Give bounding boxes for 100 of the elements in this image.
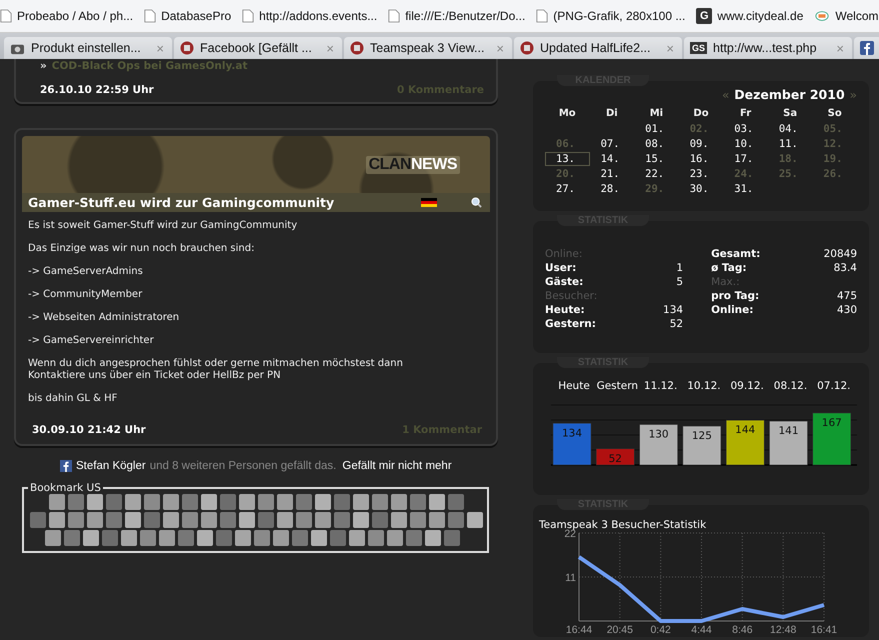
bookmark-icon[interactable] [220, 512, 236, 528]
calendar-day[interactable]: 08. [634, 137, 679, 151]
bookmark-icon[interactable] [239, 494, 255, 510]
bookmark-icon[interactable] [49, 494, 65, 510]
bookmark-icon[interactable] [273, 530, 289, 546]
browser-tab[interactable] [854, 37, 879, 59]
bookmark-icon[interactable] [391, 494, 407, 510]
bookmark-icon[interactable] [258, 494, 274, 510]
bookmark-icon[interactable] [106, 512, 122, 528]
bookmark-icon[interactable] [197, 530, 213, 546]
bookmark-icon[interactable] [448, 512, 464, 528]
bookmark-icon[interactable] [125, 512, 141, 528]
bookmark-icon[interactable] [254, 530, 270, 546]
bookmark-icon[interactable] [49, 512, 65, 528]
bookmark-icon[interactable] [87, 494, 103, 510]
bookmark-link[interactable]: (PNG-Grafik, 280x100 ... [536, 9, 686, 23]
calendar-day[interactable]: 28. [590, 182, 634, 196]
bookmark-icon[interactable] [163, 512, 179, 528]
bookmark-icon[interactable] [410, 494, 426, 510]
bookmark-icon[interactable] [368, 530, 384, 546]
calendar-day[interactable]: 01. [634, 122, 679, 136]
bookmark-icon[interactable] [448, 494, 464, 510]
bookmark-icon[interactable] [45, 530, 61, 546]
bookmark-icon[interactable] [353, 494, 369, 510]
bookmark-link[interactable]: file:///E:/Benutzer/Do... [388, 9, 526, 23]
calendar-day[interactable]: 03. [723, 122, 768, 136]
calendar-day[interactable]: 30. [678, 182, 724, 196]
bookmark-icon[interactable] [68, 494, 84, 510]
bookmark-icon[interactable] [315, 512, 331, 528]
bookmark-icon[interactable] [83, 530, 99, 546]
bookmark-icon[interactable] [30, 512, 46, 528]
bookmark-icon[interactable] [429, 494, 445, 510]
bookmark-icon[interactable] [144, 494, 160, 510]
calendar-day[interactable]: 11. [768, 137, 812, 151]
bookmark-icon[interactable] [406, 530, 422, 546]
bookmark-icon[interactable] [182, 494, 198, 510]
bookmark-icon[interactable] [102, 530, 118, 546]
browser-tab[interactable]: Produkt einstellen... × [4, 37, 172, 59]
bookmark-icon[interactable] [315, 494, 331, 510]
bookmark-icon[interactable] [163, 494, 179, 510]
bookmark-link[interactable]: Probeabo / Abo / ph... [0, 9, 134, 23]
bookmark-icon[interactable] [277, 494, 293, 510]
magnifier-icon[interactable] [471, 197, 482, 208]
bookmark-icon[interactable] [201, 494, 217, 510]
bookmark-icon[interactable] [178, 530, 194, 546]
bookmark-icon[interactable] [239, 512, 255, 528]
bookmark-icon[interactable] [372, 494, 388, 510]
bookmark-icon[interactable] [144, 512, 160, 528]
bookmark-icon[interactable] [387, 530, 403, 546]
bookmark-icon[interactable] [106, 494, 122, 510]
bookmark-icon[interactable] [372, 512, 388, 528]
calendar-day[interactable]: 31. [723, 182, 768, 196]
bookmark-icon[interactable] [235, 530, 251, 546]
user-link[interactable]: Stefan Kögler [76, 460, 146, 472]
bookmark-link[interactable]: Welcom [814, 9, 878, 23]
bookmark-icon[interactable] [277, 512, 293, 528]
bookmark-icon[interactable] [87, 512, 103, 528]
bookmark-icon[interactable] [258, 512, 274, 528]
bookmark-icon[interactable] [182, 512, 198, 528]
calendar-day[interactable]: 04. [768, 122, 812, 136]
bookmark-icon[interactable] [296, 512, 312, 528]
browser-tab[interactable]: GS http://ww...test.php × [684, 37, 852, 59]
bookmark-icon[interactable] [140, 530, 156, 546]
bookmark-icon[interactable] [296, 494, 312, 510]
calendar-day[interactable]: 23. [678, 167, 724, 181]
calendar-day[interactable]: 16. [678, 152, 724, 166]
calendar-day[interactable]: 21. [590, 167, 634, 181]
bookmark-icon[interactable] [330, 530, 346, 546]
bookmark-icon[interactable] [334, 512, 350, 528]
bookmark-icon[interactable] [391, 512, 407, 528]
bookmark-icon[interactable] [121, 530, 137, 546]
bookmark-link[interactable]: G www.citydeal.de [696, 8, 804, 24]
unlike-link[interactable]: Gefällt mir nicht mehr [342, 460, 452, 472]
bookmark-icon[interactable] [216, 530, 232, 546]
calendar-day[interactable]: 14. [590, 152, 634, 166]
bookmark-icon[interactable] [125, 494, 141, 510]
bookmark-icon[interactable] [467, 512, 483, 528]
calendar-day[interactable]: 22. [634, 167, 679, 181]
bookmark-icon[interactable] [311, 530, 327, 546]
bookmark-icon[interactable] [334, 494, 350, 510]
calendar-day[interactable]: 13. [545, 152, 590, 166]
browser-tab[interactable]: Updated HalfLife2... × [514, 37, 682, 59]
bookmark-icon[interactable] [220, 494, 236, 510]
bookmark-icon[interactable] [429, 512, 445, 528]
bookmark-icon[interactable] [444, 530, 460, 546]
bookmark-icon[interactable] [159, 530, 175, 546]
bookmark-icon[interactable] [68, 512, 84, 528]
bookmark-icon[interactable] [292, 530, 308, 546]
browser-tab[interactable]: Teamspeak 3 View... × [344, 37, 512, 59]
bookmark-icon[interactable] [64, 530, 80, 546]
bookmark-icon[interactable] [349, 530, 365, 546]
bookmark-icon[interactable] [410, 512, 426, 528]
browser-tab[interactable]: Facebook [Gefällt ... × [174, 37, 342, 59]
calendar-day[interactable]: 17. [723, 152, 768, 166]
calendar-day[interactable]: 10. [723, 137, 768, 151]
calendar-day[interactable]: 07. [590, 137, 634, 151]
bookmark-icon[interactable] [353, 512, 369, 528]
calendar-day[interactable]: 09. [678, 137, 724, 151]
calendar-day[interactable]: 27. [545, 182, 590, 196]
bookmark-link[interactable]: http://addons.events... [242, 9, 378, 23]
